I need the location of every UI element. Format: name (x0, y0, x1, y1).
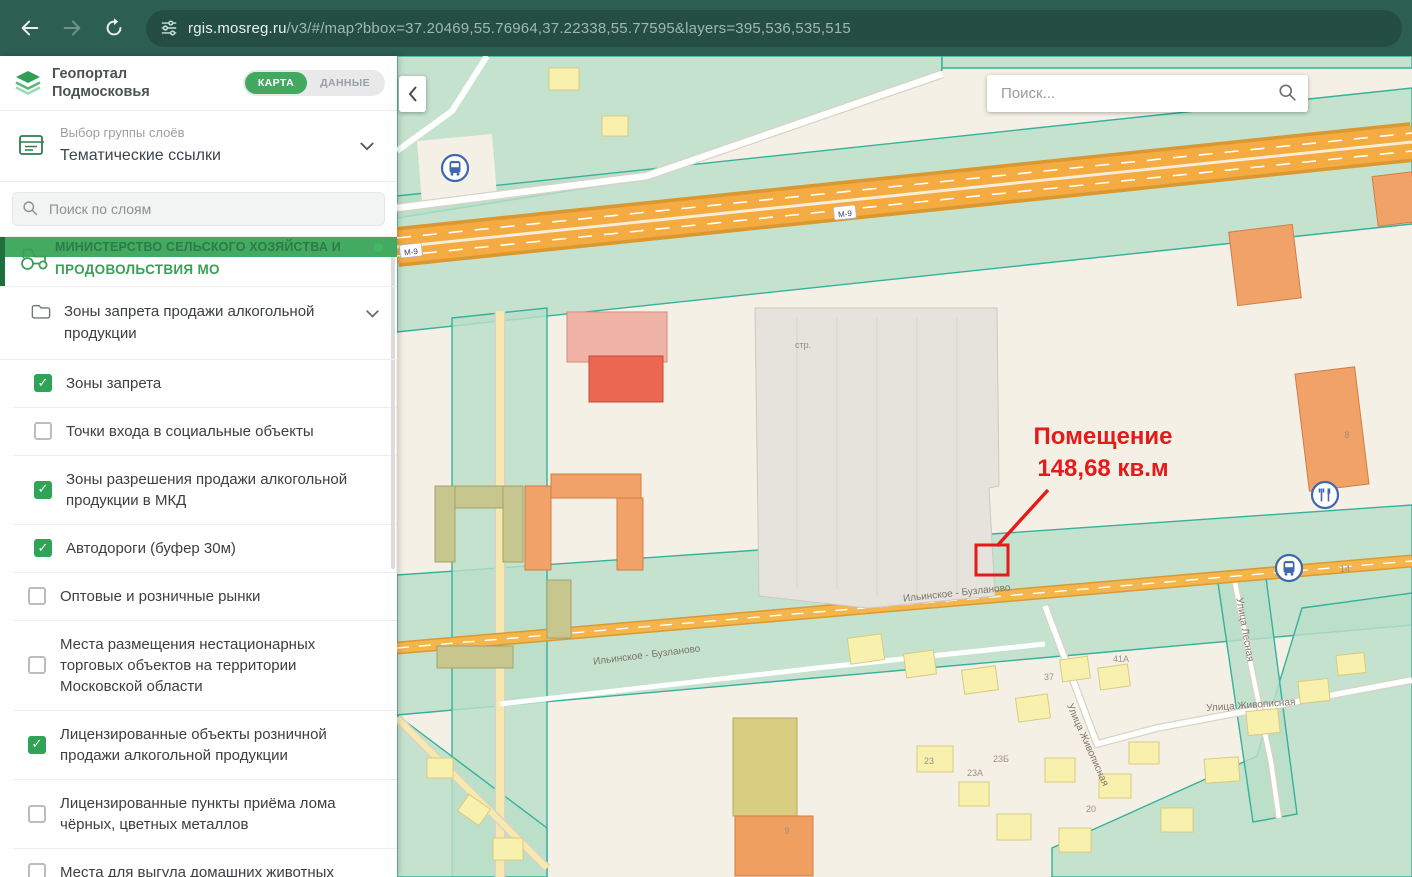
checkbox[interactable] (28, 587, 46, 605)
alcohol-zones-group[interactable]: Зоны запрета продажи алкогольной продукц… (0, 286, 397, 360)
area-label: стр. (795, 340, 811, 350)
layer-group-label: Выбор группы слоёв (60, 125, 221, 140)
tab-data[interactable]: ДАННЫЕ (307, 72, 383, 94)
search-icon (22, 200, 39, 217)
layer-checkbox-row[interactable]: Места для выгула домашних животных (14, 849, 397, 877)
layer-label: Оптовые и розничные рынки (60, 586, 260, 607)
url-path: /v3/#/map?bbox=37.20469,55.76964,37.2233… (287, 20, 851, 37)
reload-icon (103, 17, 125, 39)
layer-label: Места для выгула домашних животных (60, 862, 334, 877)
house-number: 23А (967, 768, 983, 778)
transit-stop-icon[interactable] (1276, 555, 1302, 581)
map-canvas[interactable]: стр. (397, 56, 1412, 877)
layer-group-value: Тематические ссылки (60, 147, 221, 165)
sidebar-collapse-button[interactable] (399, 76, 426, 112)
checkbox[interactable] (34, 539, 52, 557)
svg-text:М-9: М-9 (404, 247, 419, 257)
checkbox[interactable] (34, 374, 52, 392)
layer-checkbox-row[interactable]: Лицензированные объекты розничной продаж… (14, 711, 397, 780)
restaurant-icon[interactable] (1312, 482, 1338, 508)
ministry-highlight-bar: МИНИСТЕРСТВО СЕЛЬСКОГО ХОЗЯЙСТВА И (5, 237, 397, 257)
app-title: Геопортал Подмосковья (52, 65, 150, 101)
layer-group-selector[interactable]: Выбор группы слоёв Тематические ссылки (0, 110, 397, 182)
layer-label: Автодороги (буфер 30м) (66, 538, 236, 559)
tab-map[interactable]: КАРТА (245, 72, 307, 94)
checkbox[interactable] (28, 656, 46, 674)
layer-label: Зоны запрета (66, 373, 161, 394)
layer-status-dot (374, 243, 383, 252)
road-badge: М-9 (833, 205, 856, 220)
layer-search-input[interactable] (12, 192, 385, 226)
url-host: rgis.mosreg.ru (188, 20, 287, 37)
alcohol-group-label: Зоны запрета продажи алкогольной продукц… (64, 303, 314, 342)
layer-label: Лицензированные объекты розничной продаж… (60, 724, 381, 766)
road-badge: М-9 (399, 243, 422, 258)
layer-label: Места размещения нестационарных торговых… (60, 634, 381, 697)
layer-checkbox-row[interactable]: Места размещения нестационарных торговых… (14, 621, 397, 711)
layer-group-icon (18, 133, 44, 157)
checkbox[interactable] (34, 481, 52, 499)
layer-label: Точки входа в социальные объекты (66, 421, 314, 442)
sidebar-header: Геопортал Подмосковья КАРТА ДАННЫЕ (0, 56, 397, 110)
house-number: 41А (1113, 654, 1129, 664)
checkbox[interactable] (34, 422, 52, 440)
layer-label: Зоны разрешения продажи алкогольной прод… (66, 469, 380, 511)
search-icon[interactable] (1278, 83, 1298, 103)
layer-checkbox-row[interactable]: Зоны запрета (14, 360, 396, 408)
house-number: 23 (924, 756, 934, 766)
back-arrow-icon (19, 17, 41, 39)
layer-checkbox-row[interactable]: Лицензированные пункты приёма лома чёрны… (14, 780, 397, 849)
annotation-title: Помещение (1034, 423, 1173, 450)
house-number: 20 (1086, 804, 1096, 814)
layer-checkbox-row[interactable]: Оптовые и розничные рынки (14, 573, 397, 621)
map-search-box (987, 75, 1308, 112)
layer-list: МИНИСТЕРСТВО СЕЛЬСКОГО ХОЗЯЙСТВА И ПРОДО… (0, 237, 397, 877)
house-number: 14 (1340, 564, 1350, 574)
annotation-area: 148,68 кв.м (1037, 455, 1168, 482)
alcohol-sublayers: Зоны запрета Точки входа в социальные об… (14, 360, 397, 573)
layer-label: Лицензированные пункты приёма лома чёрны… (60, 793, 381, 835)
chevron-left-icon (406, 85, 420, 103)
construction-area: стр. (755, 308, 999, 608)
layer-checkbox-row[interactable]: Точки входа в социальные объекты (14, 408, 396, 456)
browser-toolbar: rgis.mosreg.ru/v3/#/map?bbox=37.20469,55… (0, 0, 1412, 56)
tractor-icon (18, 245, 50, 271)
folder-icon (31, 304, 51, 320)
chevron-down-icon (365, 309, 380, 319)
layer-checkbox-row[interactable]: Автодороги (буфер 30м) (14, 525, 396, 573)
chevron-down-icon (359, 141, 375, 152)
checkbox[interactable] (28, 863, 46, 877)
back-button[interactable] (12, 10, 48, 46)
checkbox[interactable] (28, 805, 46, 823)
layer-group-text: Выбор группы слоёв Тематические ссылки (60, 125, 221, 165)
house-number: 8 (1344, 430, 1349, 440)
site-settings-icon[interactable] (160, 19, 178, 37)
house-number: 9 (784, 826, 789, 836)
forward-arrow-icon (61, 17, 83, 39)
map-search-input[interactable] (987, 75, 1308, 112)
address-bar[interactable]: rgis.mosreg.ru/v3/#/map?bbox=37.20469,55… (146, 10, 1402, 47)
transit-stop-icon[interactable] (442, 155, 468, 181)
ministry-title-line2: ПРОДОВОЛЬСТВИЯ МО (5, 262, 397, 277)
map-area[interactable]: стр. (397, 56, 1412, 877)
url-text: rgis.mosreg.ru/v3/#/map?bbox=37.20469,55… (188, 20, 851, 37)
layer-search-row (0, 182, 397, 237)
reload-button[interactable] (96, 10, 132, 46)
ministry-title-line1: МИНИСТЕРСТВО СЕЛЬСКОГО ХОЗЯЙСТВА И (55, 240, 341, 254)
svg-text:М-9: М-9 (838, 209, 853, 219)
view-toggle: КАРТА ДАННЫЕ (243, 70, 385, 96)
geoportal-logo-icon (14, 70, 42, 96)
house-number: 23Б (993, 754, 1009, 764)
ministry-group-header[interactable]: МИНИСТЕРСТВО СЕЛЬСКОГО ХОЗЯЙСТВА И ПРОДО… (0, 237, 397, 286)
checkbox[interactable] (28, 736, 46, 754)
forward-button[interactable] (54, 10, 90, 46)
house-number: 37 (1044, 672, 1054, 682)
layers-sidebar: Геопортал Подмосковья КАРТА ДАННЫЕ Выбор… (0, 56, 397, 877)
layer-checkbox-row[interactable]: Зоны разрешения продажи алкогольной прод… (14, 456, 396, 525)
